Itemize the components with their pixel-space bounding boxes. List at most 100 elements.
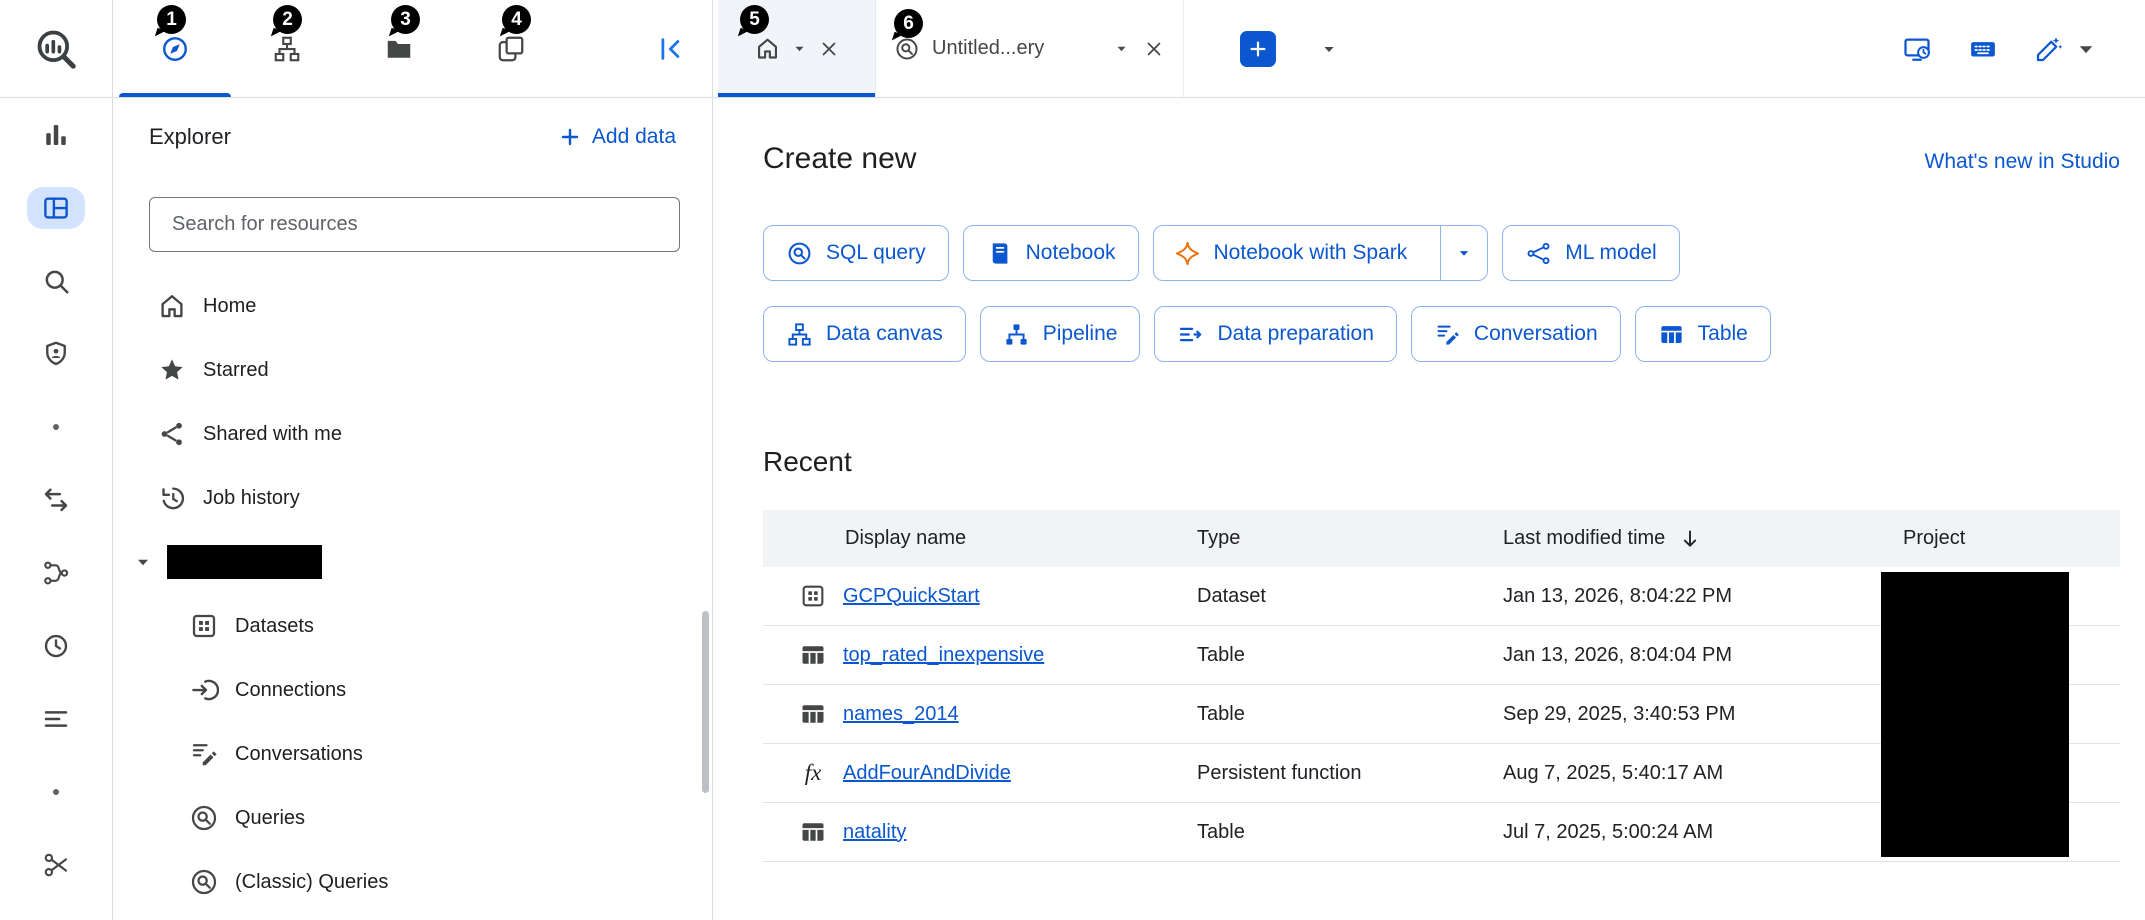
magic-wand-icon (2034, 34, 2064, 64)
create-new-title: Create new (763, 140, 916, 178)
collapse-panel-button[interactable] (650, 33, 692, 65)
bigquery-logo[interactable] (0, 0, 112, 98)
tree-item-classic-queries[interactable]: (Classic) Queries (113, 850, 712, 914)
recent-table: Display name Type Last modified time Pro… (763, 510, 2120, 862)
chevron-down-icon[interactable] (790, 39, 809, 58)
plus-icon (1247, 38, 1269, 60)
data-preparation-button[interactable]: Data preparation (1154, 306, 1396, 362)
keyboard-shortcuts-button[interactable] (1968, 34, 1998, 64)
function-icon: fx (799, 760, 827, 786)
spark-icon (1174, 240, 1201, 267)
rail-separator-dot (0, 755, 112, 828)
conversation-button[interactable]: Conversation (1411, 306, 1621, 362)
add-data-button[interactable]: Add data (558, 125, 676, 149)
spark-button-main[interactable]: Notebook with Spark (1154, 226, 1428, 280)
rail-partner-button[interactable] (0, 828, 112, 901)
keyboard-icon (1968, 34, 1998, 64)
pipeline-button[interactable]: Pipeline (980, 306, 1141, 362)
resource-link[interactable]: top_rated_inexpensive (843, 644, 1044, 667)
dot-icon (53, 424, 59, 430)
chevron-down-icon (1318, 38, 1340, 60)
expander-caret-down-icon[interactable] (131, 550, 155, 574)
tree-item-label: Datasets (235, 615, 314, 638)
tree-item-label: Shared with me (203, 423, 342, 446)
clock-icon (41, 631, 71, 661)
rail-pipelines-button[interactable] (0, 536, 112, 609)
editor-tab-bar: Untitled...ery (713, 0, 2145, 98)
tree-item-queries[interactable]: Queries (113, 786, 712, 850)
tree-item-conversations[interactable]: Conversations (113, 722, 712, 786)
sql-query-button[interactable]: SQL query (763, 225, 949, 281)
button-label: Table (1698, 322, 1748, 346)
tree-item-connections[interactable]: Connections (113, 658, 712, 722)
pipeline-icon (1003, 321, 1030, 348)
tab-untitled-query[interactable]: Untitled...ery (876, 0, 1184, 97)
type-cell: Table (1197, 821, 1503, 844)
rail-analysis-button[interactable] (0, 98, 112, 171)
table-icon (799, 818, 827, 846)
tree-item-label: Job history (203, 487, 300, 510)
search-icon (41, 266, 71, 296)
display-name-cell: names_2014 (763, 700, 1197, 728)
close-icon (818, 38, 840, 60)
tree-item-job-history[interactable]: Job history (113, 466, 712, 530)
modified-cell: Jan 13, 2026, 8:04:22 PM (1503, 585, 1903, 608)
data-canvas-button[interactable]: Data canvas (763, 306, 966, 362)
resource-link[interactable]: natality (843, 821, 906, 844)
rail-transfers-button[interactable] (0, 463, 112, 536)
chevron-down-icon[interactable] (1112, 39, 1131, 58)
rail-search-button[interactable] (0, 244, 112, 317)
tree-item-datasets[interactable]: Datasets (113, 594, 712, 658)
gemini-assist-button[interactable] (2034, 34, 2101, 64)
col-label: Last modified time (1503, 527, 1665, 550)
explorer-header: Explorer Add data (113, 98, 712, 152)
welcome-content: Create new What's new in Studio SQL quer… (713, 98, 2145, 862)
table-button[interactable]: Table (1635, 306, 1771, 362)
annotation-badge-6: 6 (894, 9, 923, 38)
sort-descending-icon (1678, 527, 1702, 551)
star-icon (157, 355, 187, 385)
tree-item-starred[interactable]: Starred (113, 338, 712, 402)
tree-item-home[interactable]: Home (113, 274, 712, 338)
tree-item-label: Conversations (235, 743, 363, 766)
recent-title: Recent (763, 444, 2120, 480)
tree-item-shared-with-me[interactable]: Shared with me (113, 402, 712, 466)
explorer-tree: Home Starred Shared with me Job history … (113, 274, 712, 914)
session-monitor-button[interactable] (1902, 34, 1932, 64)
explorer-scrollbar[interactable] (702, 611, 709, 793)
rail-scheduling-button[interactable] (0, 609, 112, 682)
tree-item-label: (Classic) Queries (235, 871, 388, 894)
new-tab-button[interactable] (1240, 31, 1276, 67)
collapse-panel-icon (656, 34, 686, 64)
home-icon (157, 291, 187, 321)
create-new-header: Create new What's new in Studio (763, 140, 2120, 178)
rail-governance-button[interactable] (0, 317, 112, 390)
whats-new-link[interactable]: What's new in Studio (1925, 150, 2120, 174)
tree-item-project[interactable] (113, 530, 712, 594)
rail-workspace-button[interactable] (0, 171, 112, 244)
rail-capacity-button[interactable] (0, 682, 112, 755)
resource-link[interactable]: names_2014 (843, 703, 959, 726)
resource-link[interactable]: AddFourAndDivide (843, 762, 1011, 785)
ml-model-button[interactable]: ML model (1502, 225, 1679, 281)
table-header-row: Display name Type Last modified time Pro… (763, 510, 2120, 567)
button-label: Notebook (1026, 241, 1116, 265)
notebook-with-spark-button[interactable]: Notebook with Spark (1153, 225, 1489, 281)
bigquery-studio-app: Explorer Add data Home Starred Shared wi… (0, 0, 2145, 920)
notebook-button[interactable]: Notebook (963, 225, 1139, 281)
close-tab-button[interactable] (1143, 38, 1165, 60)
share-icon (157, 419, 187, 449)
annotation-badge-5: 5 (740, 5, 769, 34)
spark-dropdown-button[interactable] (1440, 226, 1487, 280)
col-last-modified[interactable]: Last modified time (1503, 527, 1903, 551)
main-area: Untitled...ery Create new What's new in … (713, 0, 2145, 920)
close-tab-button[interactable] (818, 38, 840, 60)
tab-list-dropdown[interactable] (1318, 38, 1340, 60)
conversation-edit-icon (1434, 321, 1461, 348)
copy-icon (496, 34, 526, 64)
button-label: SQL query (826, 241, 926, 265)
resource-link[interactable]: GCPQuickStart (843, 585, 980, 608)
notebook-icon (986, 240, 1013, 267)
modified-cell: Sep 29, 2025, 3:40:53 PM (1503, 703, 1903, 726)
search-input[interactable] (170, 212, 659, 237)
